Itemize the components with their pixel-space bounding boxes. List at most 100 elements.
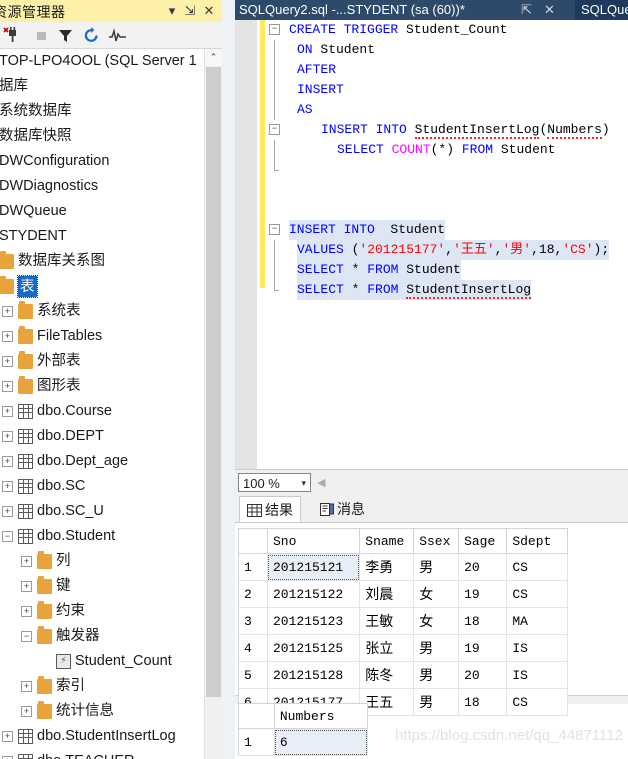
expand-icon[interactable]: + bbox=[2, 381, 13, 392]
column-header[interactable]: Sage bbox=[458, 528, 508, 554]
tree-node[interactable]: + 图形表 bbox=[0, 374, 222, 399]
code-collapse-icon[interactable]: − bbox=[269, 224, 280, 235]
table-cell[interactable]: 女 bbox=[413, 580, 460, 608]
expand-icon[interactable]: + bbox=[2, 481, 13, 492]
tree-node[interactable]: ⚡ Student_Count bbox=[0, 649, 222, 674]
table-cell[interactable]: 李勇 bbox=[359, 553, 415, 581]
table-cell[interactable]: IS bbox=[506, 661, 568, 689]
expand-icon[interactable]: + bbox=[21, 706, 32, 717]
tree-node[interactable]: + FileTables bbox=[0, 324, 222, 349]
table-cell[interactable]: 男 bbox=[413, 688, 460, 716]
column-header[interactable]: Ssex bbox=[413, 528, 460, 554]
column-header[interactable]: Sno bbox=[266, 528, 361, 554]
table-cell[interactable]: 张立 bbox=[359, 634, 415, 662]
row-number[interactable]: 5 bbox=[238, 661, 268, 689]
expand-icon[interactable]: + bbox=[2, 356, 13, 367]
chevron-down-icon[interactable]: ▾ bbox=[164, 3, 180, 19]
tree-node[interactable]: DWQueue bbox=[0, 199, 222, 224]
tree-node[interactable]: 数据库快照 bbox=[0, 124, 222, 149]
table-cell[interactable]: 20 bbox=[458, 553, 508, 581]
table-row[interactable]: 3 201215123 王敏女 18 MA bbox=[238, 607, 568, 635]
tree-node[interactable]: + dbo.SC_U bbox=[0, 499, 222, 524]
expand-icon[interactable]: + bbox=[2, 456, 13, 467]
tree-node[interactable]: + 外部表 bbox=[0, 349, 222, 374]
code-collapse-icon[interactable]: − bbox=[269, 124, 280, 135]
table-cell[interactable]: 男 bbox=[413, 634, 460, 662]
table-row[interactable]: 5 201215128 陈冬男 20 IS bbox=[238, 661, 568, 689]
tree-node[interactable]: 数据库关系图 bbox=[0, 249, 222, 274]
filter-icon[interactable] bbox=[56, 26, 75, 45]
expand-icon[interactable]: + bbox=[21, 681, 32, 692]
tree-node[interactable]: + 统计信息 bbox=[0, 699, 222, 724]
table-cell[interactable]: CS bbox=[506, 553, 568, 581]
table-cell[interactable]: 王敏 bbox=[359, 607, 415, 635]
expand-icon[interactable]: + bbox=[2, 306, 13, 317]
tree-node[interactable]: + 约束 bbox=[0, 599, 222, 624]
table-cell[interactable]: 201215123 bbox=[266, 607, 361, 635]
expand-icon[interactable]: + bbox=[2, 331, 13, 342]
row-number[interactable]: 1 bbox=[238, 553, 268, 581]
table-cell[interactable]: 18 bbox=[458, 688, 508, 716]
close-icon[interactable]: ✕ bbox=[201, 3, 217, 19]
expand-icon[interactable]: + bbox=[2, 731, 13, 742]
table-cell[interactable]: CS bbox=[506, 688, 568, 716]
scrollbar-thumb[interactable] bbox=[206, 67, 221, 697]
tree-node[interactable]: DWDiagnostics bbox=[0, 174, 222, 199]
collapse-icon[interactable]: − bbox=[2, 531, 13, 542]
tree-node[interactable]: + dbo.DEPT bbox=[0, 424, 222, 449]
tree-node[interactable]: + dbo.Dept_age bbox=[0, 449, 222, 474]
tree-node[interactable]: + dbo.StudentInsertLog bbox=[0, 724, 222, 749]
code-collapse-icon[interactable]: − bbox=[269, 24, 280, 35]
tab-sqlquery2[interactable]: SQLQuery2.sql -...STYDENT (sa (60))* ⇱ ✕ bbox=[239, 0, 555, 20]
tree-node[interactable]: STYDENT bbox=[0, 224, 222, 249]
table-cell[interactable]: 19 bbox=[458, 580, 508, 608]
table-cell[interactable]: IS bbox=[506, 634, 568, 662]
results-table[interactable]: Sno Sname Ssex Sage Sdept 1 201215121 李勇男 20 CS 2 2… bbox=[238, 528, 568, 716]
tree-node[interactable]: + 列 bbox=[0, 549, 222, 574]
results-table[interactable]: Numbers 1 6 bbox=[238, 703, 369, 756]
object-explorer-tree[interactable]: TOP-LPO4OOL (SQL Server 1 据库 系统数据库 数据库快照 DWC… bbox=[0, 49, 222, 759]
scroll-left-icon[interactable]: ◀ bbox=[317, 476, 325, 489]
tree-node[interactable]: +dbo.TEACHER bbox=[0, 749, 222, 759]
tree-node[interactable]: 据库 bbox=[0, 74, 222, 99]
activity-monitor-icon[interactable] bbox=[108, 26, 127, 45]
table-cell[interactable]: 刘晨 bbox=[359, 580, 415, 608]
table-cell[interactable]: CS bbox=[506, 580, 568, 608]
expand-icon[interactable]: + bbox=[21, 581, 32, 592]
tree-node[interactable]: + 系统表 bbox=[0, 299, 222, 324]
row-number[interactable]: 4 bbox=[238, 634, 268, 662]
row-header-corner[interactable] bbox=[238, 528, 268, 554]
tree-node[interactable]: 表 bbox=[0, 274, 222, 299]
zoom-level-select[interactable]: 100 % ▾ bbox=[238, 473, 311, 492]
tree-node[interactable]: + 键 bbox=[0, 574, 222, 599]
tree-node[interactable]: DWConfiguration bbox=[0, 149, 222, 174]
table-cell[interactable]: 201215121 bbox=[266, 553, 361, 581]
refresh-icon[interactable] bbox=[82, 26, 101, 45]
column-header[interactable]: Sdept bbox=[506, 528, 568, 554]
table-row[interactable]: 1 201215121 李勇男 20 CS bbox=[238, 553, 568, 581]
tab-messages[interactable]: 消息 bbox=[313, 496, 372, 522]
expand-icon[interactable]: + bbox=[21, 556, 32, 567]
column-header[interactable]: Numbers bbox=[273, 703, 369, 729]
column-header[interactable]: Sname bbox=[359, 528, 415, 554]
scroll-up-icon[interactable]: ⌃ bbox=[205, 49, 222, 66]
table-row[interactable]: 2 201215122 刘晨女 19 CS bbox=[238, 580, 568, 608]
row-number[interactable]: 3 bbox=[238, 607, 268, 635]
table-cell[interactable]: 201215122 bbox=[266, 580, 361, 608]
table-cell[interactable]: 男 bbox=[413, 553, 460, 581]
table-row[interactable]: 16 bbox=[238, 728, 369, 756]
tree-node[interactable]: 系统数据库 bbox=[0, 99, 222, 124]
chevron-down-icon[interactable]: ▾ bbox=[301, 474, 306, 493]
tree-node[interactable]: + dbo.Course bbox=[0, 399, 222, 424]
sql-code-text[interactable]: − CREATE TRIGGER Student_Count ON Student A… bbox=[267, 20, 628, 469]
table-cell[interactable]: 18 bbox=[458, 607, 508, 635]
tab-sqlquery-second[interactable]: SQLQuer bbox=[575, 0, 628, 20]
expand-icon[interactable]: + bbox=[2, 406, 13, 417]
row-header-corner[interactable] bbox=[238, 703, 275, 729]
tree-node[interactable]: − 触发器 bbox=[0, 624, 222, 649]
disconnect-icon[interactable] bbox=[3, 26, 22, 45]
object-explorer-scrollbar[interactable]: ⌃ bbox=[204, 49, 222, 759]
tab-results[interactable]: 结果 bbox=[239, 496, 301, 522]
results-grid-insertlog[interactable]: Numbers 1 6 bbox=[238, 703, 369, 756]
expand-icon[interactable]: + bbox=[21, 606, 32, 617]
